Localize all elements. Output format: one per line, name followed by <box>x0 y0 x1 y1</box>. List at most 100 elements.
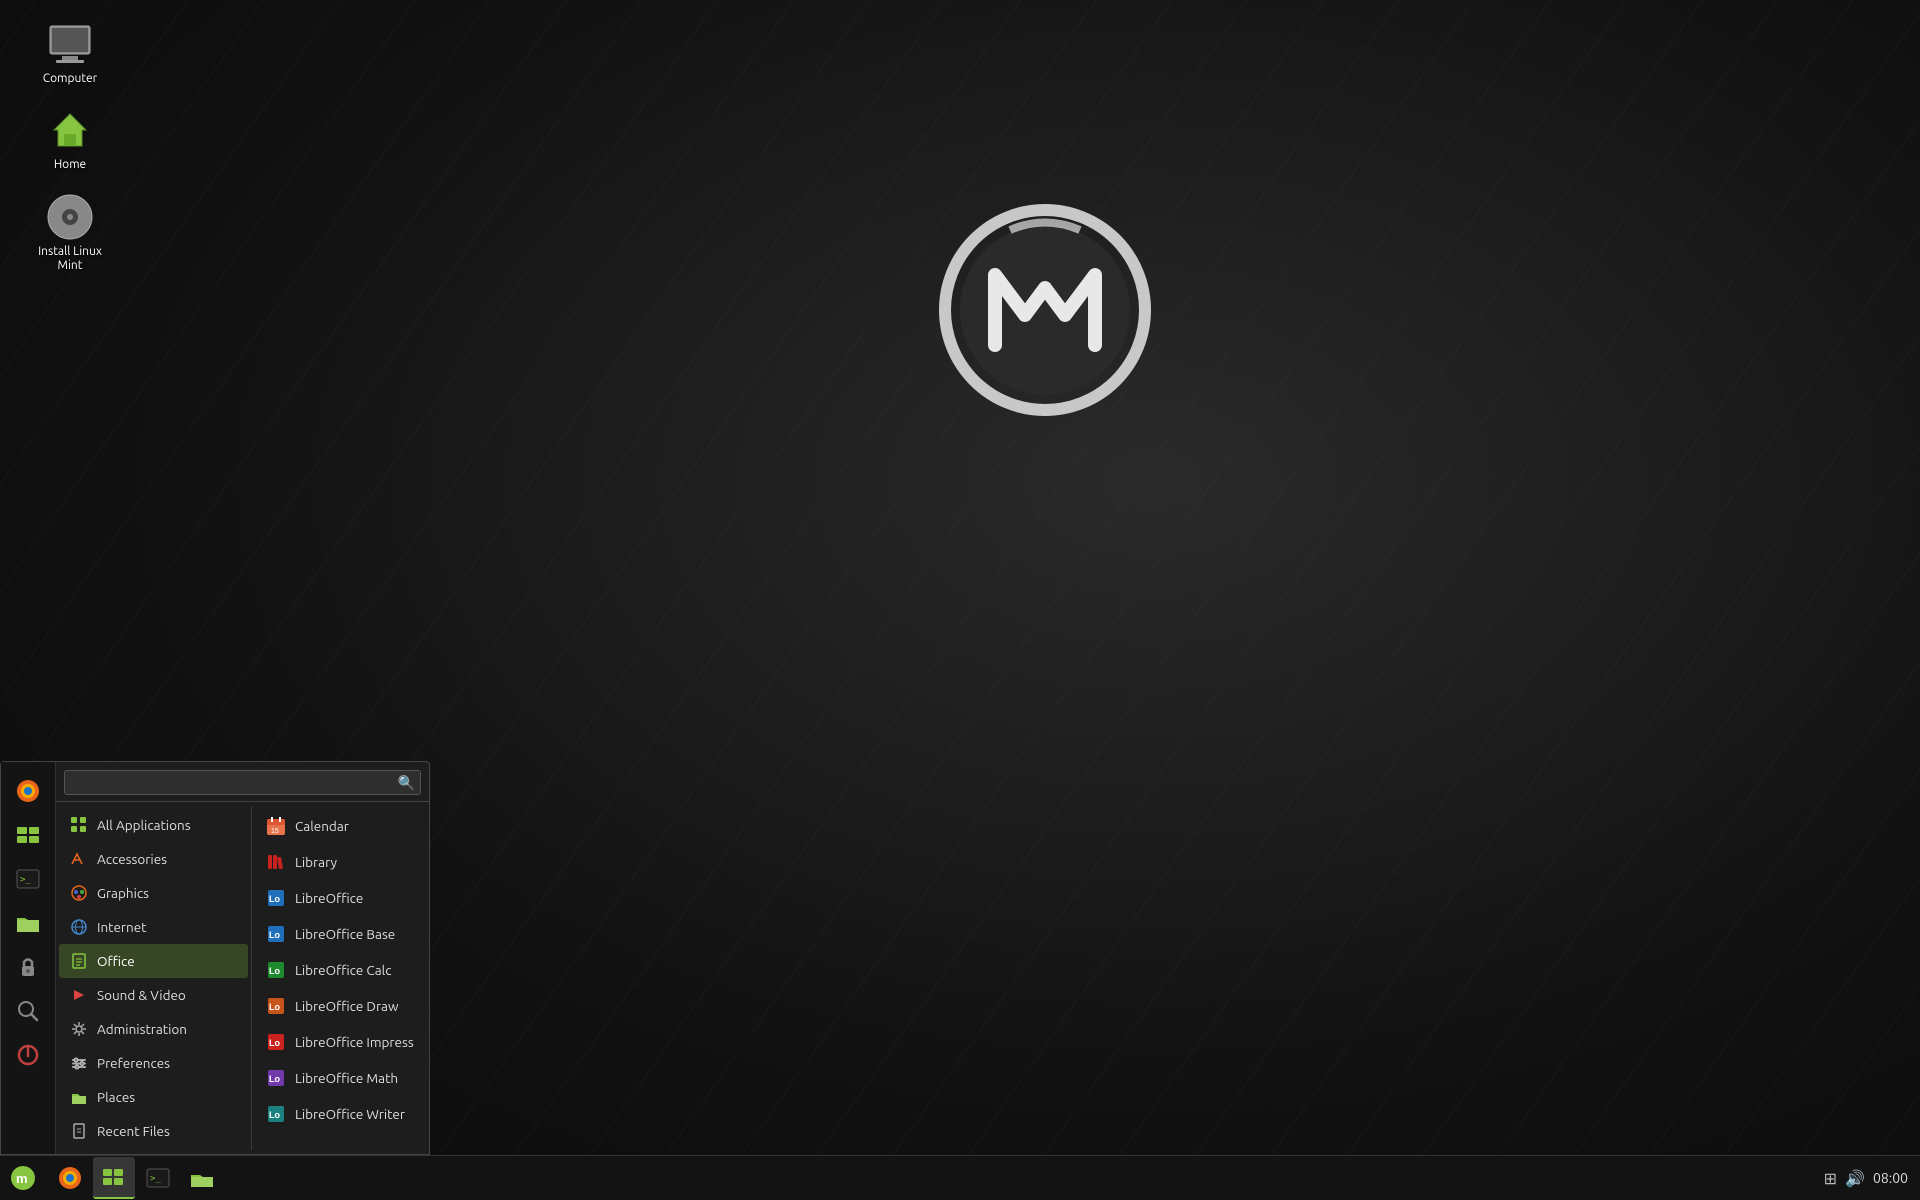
category-graphics-label: Graphics <box>97 885 149 901</box>
libreoffice-writer-icon: Lo <box>265 1103 287 1125</box>
app-libreoffice-math-label: LibreOffice Math <box>295 1070 398 1086</box>
sound-video-icon <box>69 985 89 1005</box>
accessories-icon <box>69 849 89 869</box>
app-libreoffice[interactable]: Lo LibreOffice <box>255 880 426 916</box>
category-places[interactable]: Places <box>59 1080 248 1114</box>
libreoffice-base-icon: Lo <box>265 923 287 945</box>
libreoffice-impress-icon: Lo <box>265 1031 287 1053</box>
app-libreoffice-impress-label: LibreOffice Impress <box>295 1034 414 1050</box>
category-accessories-label: Accessories <box>97 851 167 867</box>
app-libreoffice-impress[interactable]: Lo LibreOffice Impress <box>255 1024 426 1060</box>
category-sound-video[interactable]: Sound & Video <box>59 978 248 1012</box>
app-libreoffice-label: LibreOffice <box>295 890 363 906</box>
app-calendar[interactable]: 15 Calendar <box>255 808 426 844</box>
taskbar-system-tray: ⊞ 🔊 08:00 <box>1824 1169 1920 1188</box>
svg-text:>_: >_ <box>150 1174 161 1184</box>
app-libreoffice-writer-label: LibreOffice Writer <box>295 1106 405 1122</box>
taskbar-app-firefox[interactable] <box>49 1157 91 1199</box>
app-libreoffice-base-label: LibreOffice Base <box>295 926 395 942</box>
svg-text:Lo: Lo <box>269 930 280 940</box>
app-libreoffice-draw[interactable]: Lo LibreOffice Draw <box>255 988 426 1024</box>
taskbar-app-mintmenu[interactable] <box>93 1157 135 1199</box>
category-preferences[interactable]: Preferences <box>59 1046 248 1080</box>
sidebar-btn-firefox[interactable] <box>7 770 49 812</box>
category-recent[interactable]: Recent Files <box>59 1114 248 1148</box>
taskbar-apps: >_ <box>45 1157 227 1199</box>
category-internet[interactable]: Internet <box>59 910 248 944</box>
start-sidebar: >_ <box>1 762 56 1154</box>
category-administration-label: Administration <box>97 1021 187 1037</box>
start-menu: >_ <box>0 761 430 1155</box>
home-icon <box>46 106 94 154</box>
app-libreoffice-calc-label: LibreOffice Calc <box>295 962 391 978</box>
svg-text:Lo: Lo <box>269 894 280 904</box>
libreoffice-calc-icon: Lo <box>265 959 287 981</box>
app-library-label: Library <box>295 854 337 870</box>
library-icon <box>265 851 287 873</box>
app-libreoffice-base[interactable]: Lo LibreOffice Base <box>255 916 426 952</box>
desktop-icon-home[interactable]: Home <box>30 106 110 172</box>
tray-volume-icon[interactable]: 🔊 <box>1845 1169 1865 1188</box>
menu-content: All Applications Accessories <box>56 802 429 1154</box>
graphics-icon <box>69 883 89 903</box>
sidebar-btn-search[interactable] <box>7 990 49 1032</box>
category-recent-label: Recent Files <box>97 1123 170 1139</box>
svg-text:Lo: Lo <box>269 1074 280 1084</box>
app-calendar-label: Calendar <box>295 818 349 834</box>
app-libreoffice-calc[interactable]: Lo LibreOffice Calc <box>255 952 426 988</box>
category-office[interactable]: Office <box>59 944 248 978</box>
search-submit-icon[interactable]: 🔍 <box>398 774 415 791</box>
category-all[interactable]: All Applications <box>59 808 248 842</box>
category-accessories[interactable]: Accessories <box>59 842 248 876</box>
calendar-icon: 15 <box>265 815 287 837</box>
sidebar-btn-lock[interactable] <box>7 946 49 988</box>
category-preferences-label: Preferences <box>97 1055 170 1071</box>
taskbar-app-files[interactable] <box>181 1157 223 1199</box>
search-bar: 🔍 <box>56 762 429 802</box>
places-icon <box>69 1087 89 1107</box>
svg-text:m: m <box>16 1171 28 1186</box>
search-input[interactable] <box>64 770 421 795</box>
libreoffice-math-icon: Lo <box>265 1067 287 1089</box>
category-sound-video-label: Sound & Video <box>97 987 186 1003</box>
apps-list: 15 Calendar <box>251 806 429 1150</box>
taskbar-clock: 08:00 <box>1873 1170 1908 1186</box>
category-office-label: Office <box>97 953 135 969</box>
internet-icon <box>69 917 89 937</box>
computer-icon <box>46 20 94 68</box>
desktop-icons: Computer Home Install Linux Mint <box>30 20 110 274</box>
taskbar-start-button[interactable]: m <box>0 1156 45 1200</box>
home-label: Home <box>54 158 86 172</box>
taskbar: m <box>0 1155 1920 1200</box>
taskbar-app-terminal[interactable]: >_ <box>137 1157 179 1199</box>
sidebar-btn-terminal[interactable]: >_ <box>7 858 49 900</box>
install-label: Install Linux Mint <box>30 245 110 274</box>
desktop-icon-computer[interactable]: Computer <box>30 20 110 86</box>
category-internet-label: Internet <box>97 919 146 935</box>
category-all-label: All Applications <box>97 817 191 833</box>
category-graphics[interactable]: Graphics <box>59 876 248 910</box>
sidebar-btn-power[interactable] <box>7 1034 49 1076</box>
install-icon <box>46 193 94 241</box>
category-administration[interactable]: Administration <box>59 1012 248 1046</box>
administration-icon <box>69 1019 89 1039</box>
svg-text:15: 15 <box>271 828 279 835</box>
libreoffice-icon: Lo <box>265 887 287 909</box>
svg-text:Lo: Lo <box>269 966 280 976</box>
libreoffice-draw-icon: Lo <box>265 995 287 1017</box>
preferences-icon <box>69 1053 89 1073</box>
sidebar-btn-files[interactable] <box>7 902 49 944</box>
app-libreoffice-math[interactable]: Lo LibreOffice Math <box>255 1060 426 1096</box>
app-library[interactable]: Library <box>255 844 426 880</box>
sidebar-btn-mintmenu[interactable] <box>7 814 49 856</box>
category-places-label: Places <box>97 1089 135 1105</box>
tray-network-icon[interactable]: ⊞ <box>1824 1169 1837 1188</box>
mint-logo <box>935 200 1185 450</box>
office-icon <box>69 951 89 971</box>
svg-text:Lo: Lo <box>269 1110 280 1120</box>
app-libreoffice-writer[interactable]: Lo LibreOffice Writer <box>255 1096 426 1132</box>
app-libreoffice-draw-label: LibreOffice Draw <box>295 998 398 1014</box>
start-main: 🔍 A <box>56 762 429 1154</box>
svg-text:Lo: Lo <box>269 1038 280 1048</box>
desktop-icon-install[interactable]: Install Linux Mint <box>30 193 110 274</box>
